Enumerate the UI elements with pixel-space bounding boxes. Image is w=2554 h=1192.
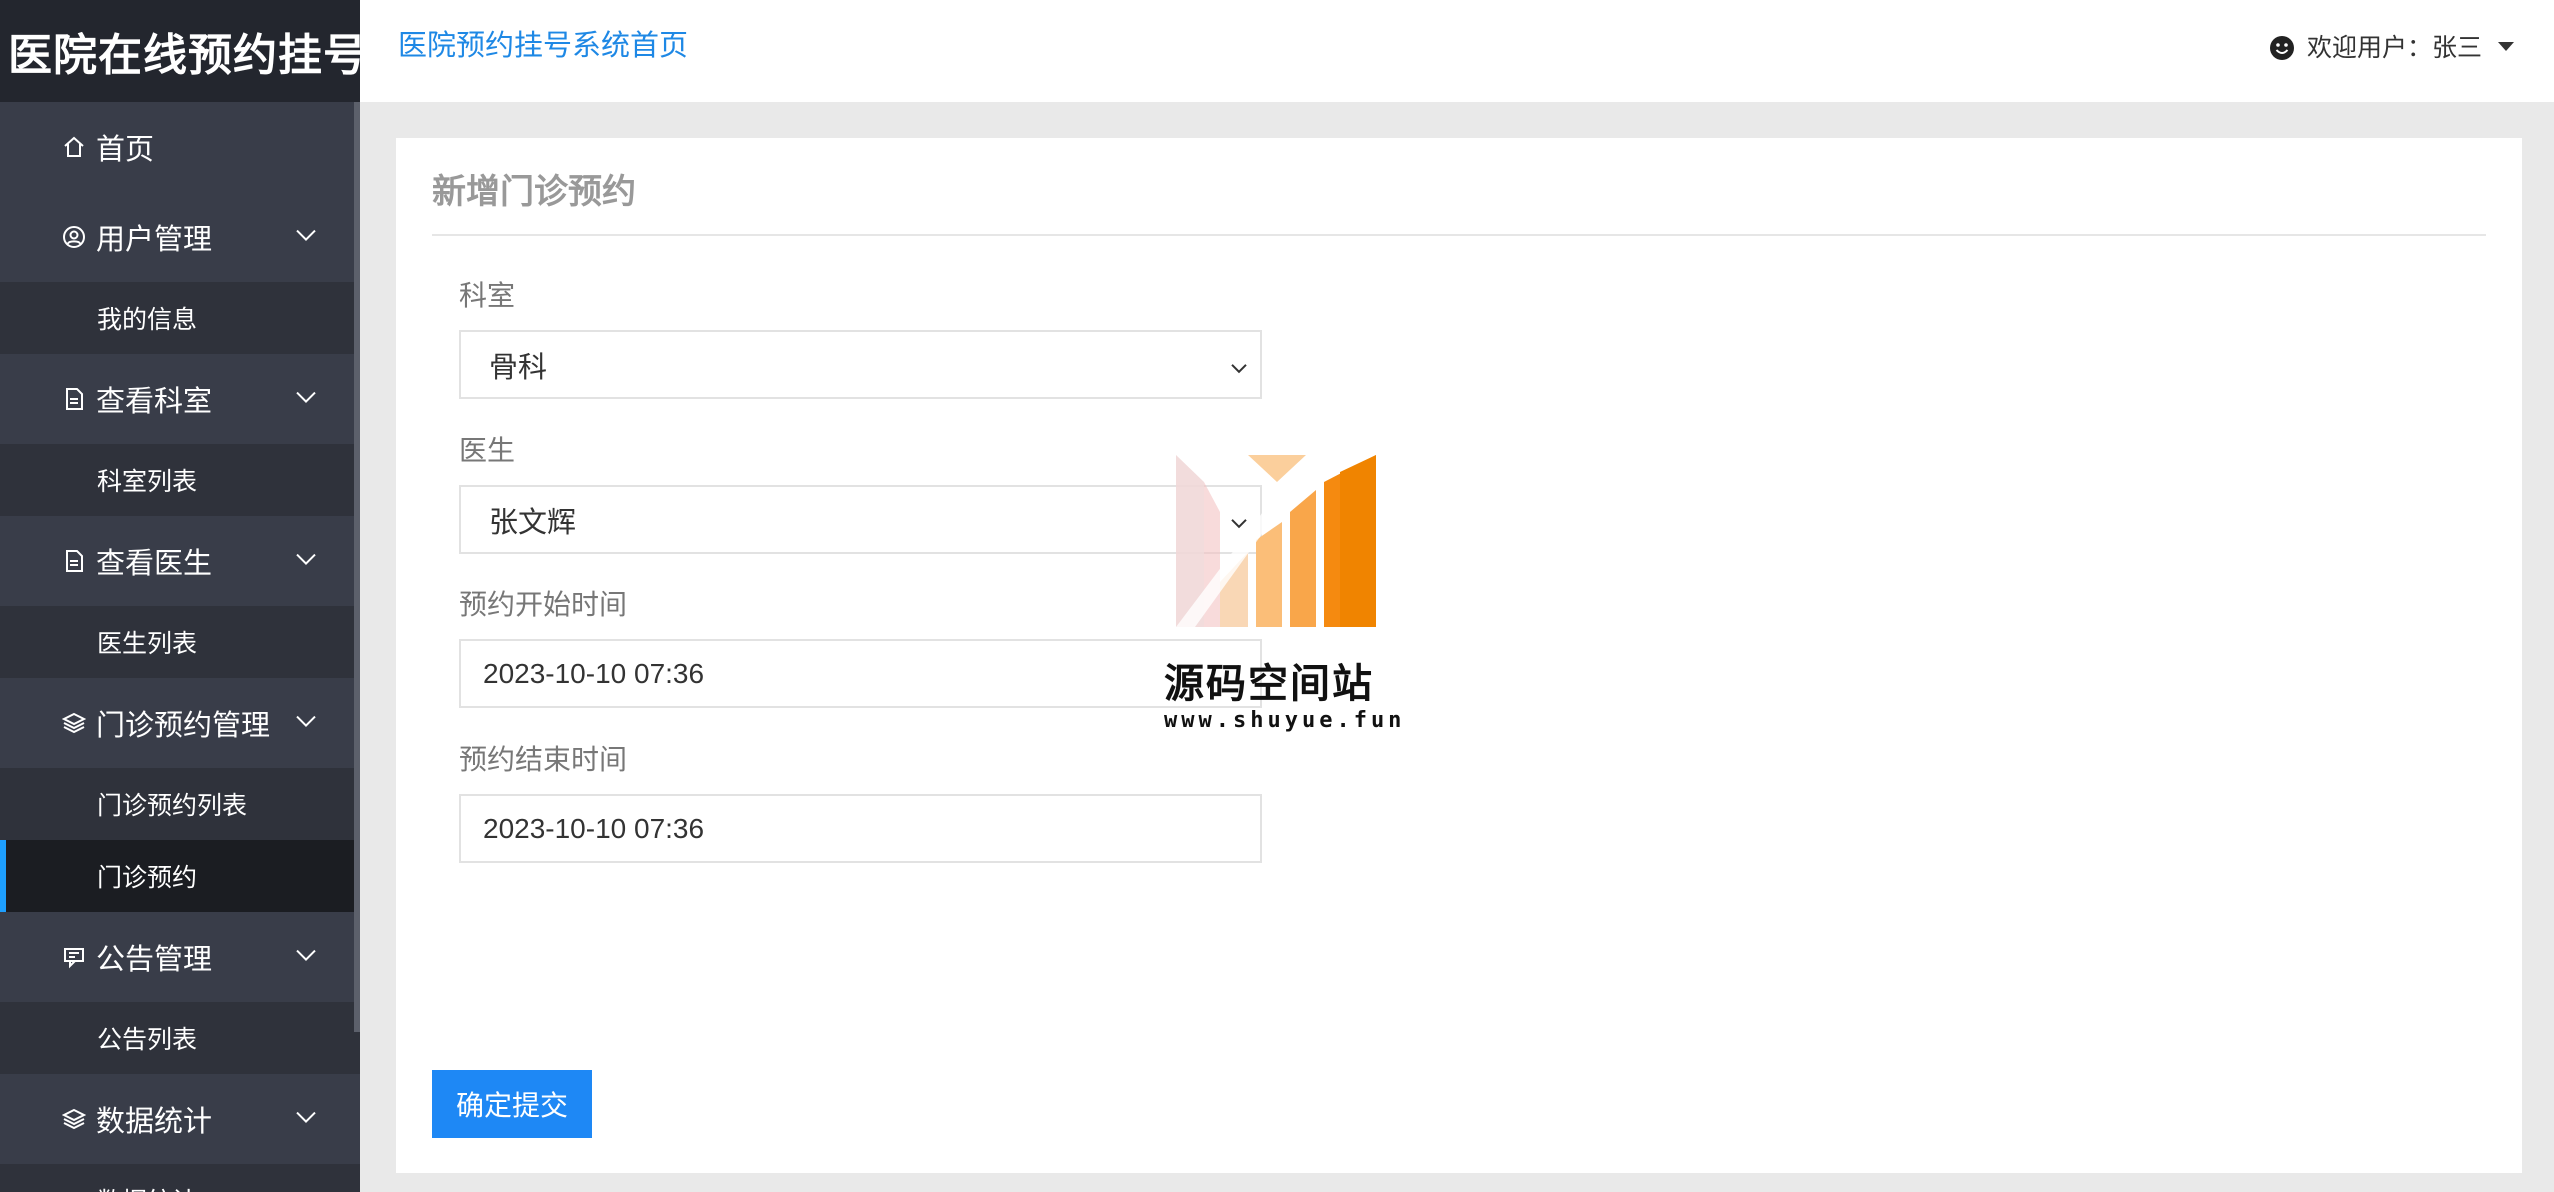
sidebar-scrollbar[interactable] (354, 102, 360, 1032)
sidebar: 医院在线预约挂号 首页 用户管理 我的信息 查看科室 科室列表 查看医生 医生列… (0, 0, 360, 1192)
brand-title: 医院在线预约挂号 (0, 0, 360, 102)
chevron-down-icon (294, 223, 318, 247)
doctor-selected-value: 张文辉 (489, 504, 577, 539)
sidebar-item-departments[interactable]: 查看科室 (0, 354, 360, 444)
sidebar-subitem-announcement-list[interactable]: 公告列表 (0, 1002, 360, 1074)
sidebar-item-label: 用户管理 (96, 222, 213, 256)
sidebar-subitem-doctor-list[interactable]: 医生列表 (0, 606, 360, 678)
sidebar-item-label: 数据统计 (96, 1104, 213, 1138)
chevron-down-icon (294, 385, 318, 409)
sidebar-item-label: 查看医生 (96, 546, 213, 580)
start-time-input[interactable]: 2023-10-10 07:36 (459, 639, 1262, 708)
submit-button[interactable]: 确定提交 (432, 1070, 592, 1138)
layers-icon (62, 1107, 86, 1131)
sidebar-item-announcements[interactable]: 公告管理 (0, 912, 360, 1002)
layers-icon (62, 711, 86, 735)
doctor-select[interactable]: 张文辉 (459, 485, 1262, 554)
chevron-down-icon (294, 709, 318, 733)
end-time-input[interactable]: 2023-10-10 07:36 (459, 794, 1262, 863)
doctor-label: 医生 (459, 434, 516, 467)
app-root: 医院在线预约挂号 首页 用户管理 我的信息 查看科室 科室列表 查看医生 医生列… (0, 0, 2554, 1192)
announcement-icon (62, 945, 86, 969)
appointment-form-card: 新增门诊预约 科室 骨科 医生 张文辉 预约开始时间 2023-10-10 07… (396, 138, 2522, 1173)
start-time-label: 预约开始时间 (459, 588, 628, 621)
sidebar-nav: 首页 用户管理 我的信息 查看科室 科室列表 查看医生 医生列表 门诊预约管理 … (0, 102, 360, 1192)
sidebar-item-label: 首页 (96, 132, 155, 166)
sidebar-item-statistics[interactable]: 数据统计 (0, 1074, 360, 1164)
watermark-name: 源码空间站 (1164, 661, 1374, 707)
sidebar-subitem-my-info[interactable]: 我的信息 (0, 282, 360, 354)
sidebar-item-label: 门诊预约管理 (96, 708, 271, 742)
sidebar-item-home[interactable]: 首页 (0, 102, 360, 192)
top-header: 医院预约挂号系统首页 欢迎用户：张三 (360, 0, 2554, 102)
sidebar-subitem-appointment[interactable]: 门诊预约 (0, 840, 360, 912)
watermark-url: www.shuyue.fun (1164, 708, 1406, 733)
title-divider (432, 234, 2486, 236)
chevron-down-icon (294, 1105, 318, 1129)
sidebar-subitem-appointment-list[interactable]: 门诊预约列表 (0, 768, 360, 840)
end-time-label: 预约结束时间 (459, 743, 628, 776)
page-title: 新增门诊预约 (432, 172, 636, 212)
department-select[interactable]: 骨科 (459, 330, 1262, 399)
sidebar-subitem-statistics[interactable]: 数据统计 (0, 1164, 360, 1192)
user-menu[interactable]: 欢迎用户：张三 (2269, 28, 2514, 64)
sidebar-item-label: 公告管理 (96, 942, 213, 976)
department-selected-value: 骨科 (489, 349, 548, 384)
department-label: 科室 (459, 279, 516, 312)
caret-down-icon (2498, 41, 2514, 51)
user-greeting: 欢迎用户：张三 (2306, 33, 2482, 62)
smile-icon (2269, 35, 2295, 61)
chevron-down-icon (294, 547, 318, 571)
sidebar-item-user-management[interactable]: 用户管理 (0, 192, 360, 282)
user-circle-icon (62, 225, 86, 249)
chevron-down-icon (1228, 351, 1250, 373)
sidebar-item-doctors[interactable]: 查看医生 (0, 516, 360, 606)
sidebar-subitem-department-list[interactable]: 科室列表 (0, 444, 360, 516)
sidebar-item-appointment-management[interactable]: 门诊预约管理 (0, 678, 360, 768)
document-icon (62, 549, 86, 573)
home-icon (62, 135, 86, 159)
chevron-down-icon (294, 943, 318, 967)
sidebar-item-label: 查看科室 (96, 384, 213, 418)
system-home-link[interactable]: 医院预约挂号系统首页 (398, 22, 688, 64)
document-icon (62, 387, 86, 411)
